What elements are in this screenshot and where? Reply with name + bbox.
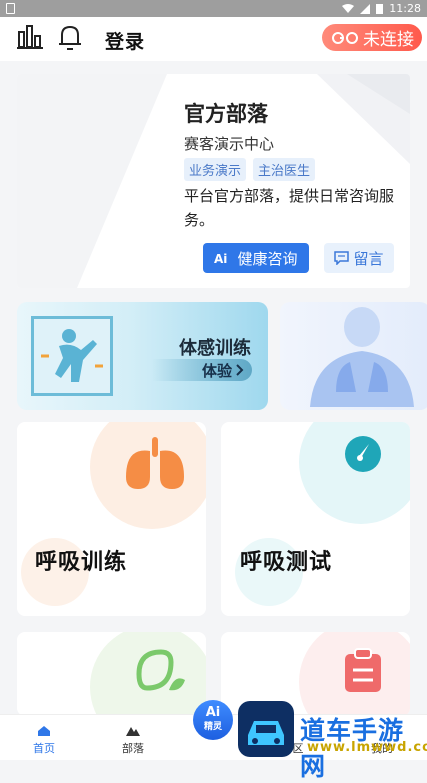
svg-text:Ai: Ai [214, 252, 227, 265]
official-tribe-card[interactable]: 官方部落 赛客演示中心 业务演示 主治医生 平台官方部落，提供日常咨询服务。 A… [17, 74, 410, 288]
ai-icon: Ai [214, 252, 227, 265]
status-icons: 11:28 [342, 2, 421, 15]
battery-icon [376, 4, 384, 14]
tag-attending-doctor: 主治医生 [253, 158, 316, 181]
sim-icon [6, 3, 15, 14]
watermark-logo [238, 701, 294, 757]
ai-label-bottom: 精灵 [203, 722, 222, 732]
watermark-url: www.lmwwd.com [307, 740, 427, 755]
connection-status-button[interactable]: 未连接 [322, 24, 422, 51]
tribe-tags: 业务演示 主治医生 [184, 158, 316, 181]
somatosensory-title: 体感训练 [179, 338, 251, 359]
lungs-icon [126, 437, 184, 489]
health-consult-button[interactable]: Ai 健康咨询 [203, 243, 309, 273]
status-time: 11:28 [389, 2, 421, 15]
human-chest-icon [310, 307, 414, 407]
tag-business-demo: 业务演示 [184, 158, 247, 181]
clipboard-icon [345, 648, 381, 692]
status-bar: 11:28 [0, 0, 427, 17]
bell-icon[interactable] [58, 24, 82, 52]
tribe-name: 官方部落 [184, 102, 268, 126]
wifi-icon [342, 3, 355, 13]
nav-home-label: 首页 [33, 742, 55, 755]
signal-icon [360, 3, 371, 14]
breathing-training-card[interactable]: 呼吸训练 [17, 422, 206, 616]
message-icon [334, 251, 350, 265]
breathing-test-card[interactable]: 呼吸测试 [221, 422, 410, 616]
health-consult-label: 健康咨询 [237, 249, 298, 268]
login-button[interactable]: 登录 [105, 27, 145, 54]
top-bar: 登录 未连接 [0, 17, 427, 61]
mountain-icon [126, 727, 140, 736]
nav-tribe[interactable]: 部落 [113, 725, 153, 756]
breathing-training-title: 呼吸训练 [35, 550, 128, 575]
home-icon [38, 726, 50, 736]
ai-assistant-button[interactable]: Ai 精灵 [193, 700, 233, 740]
link-broken-icon [332, 31, 358, 44]
connection-status-label: 未连接 [363, 30, 414, 50]
respiratory-banner[interactable] [280, 302, 427, 410]
message-label: 留言 [353, 249, 384, 268]
tribe-description: 平台官方部落，提供日常咨询服务。 [184, 187, 395, 229]
ai-label-top: Ai [205, 705, 221, 720]
health-card[interactable] [17, 632, 206, 716]
breathing-test-title: 呼吸测试 [240, 550, 333, 575]
try-now-button[interactable]: 体验 [152, 359, 252, 381]
nav-tribe-label: 部落 [122, 742, 144, 755]
try-now-label: 体验 [201, 361, 232, 380]
chevron-right-icon [236, 364, 244, 376]
somatosensory-training-banner[interactable]: 体感训练 体验 [17, 302, 268, 410]
message-button[interactable]: 留言 [324, 243, 394, 273]
exercise-figure-icon [31, 316, 113, 396]
chart-bars-icon[interactable] [17, 24, 43, 50]
leaf-icon [136, 649, 185, 691]
tribe-subtitle: 赛客演示中心 [184, 135, 275, 153]
car-icon [248, 721, 284, 745]
nav-home[interactable]: 首页 [24, 725, 64, 756]
gauge-icon [345, 436, 381, 472]
